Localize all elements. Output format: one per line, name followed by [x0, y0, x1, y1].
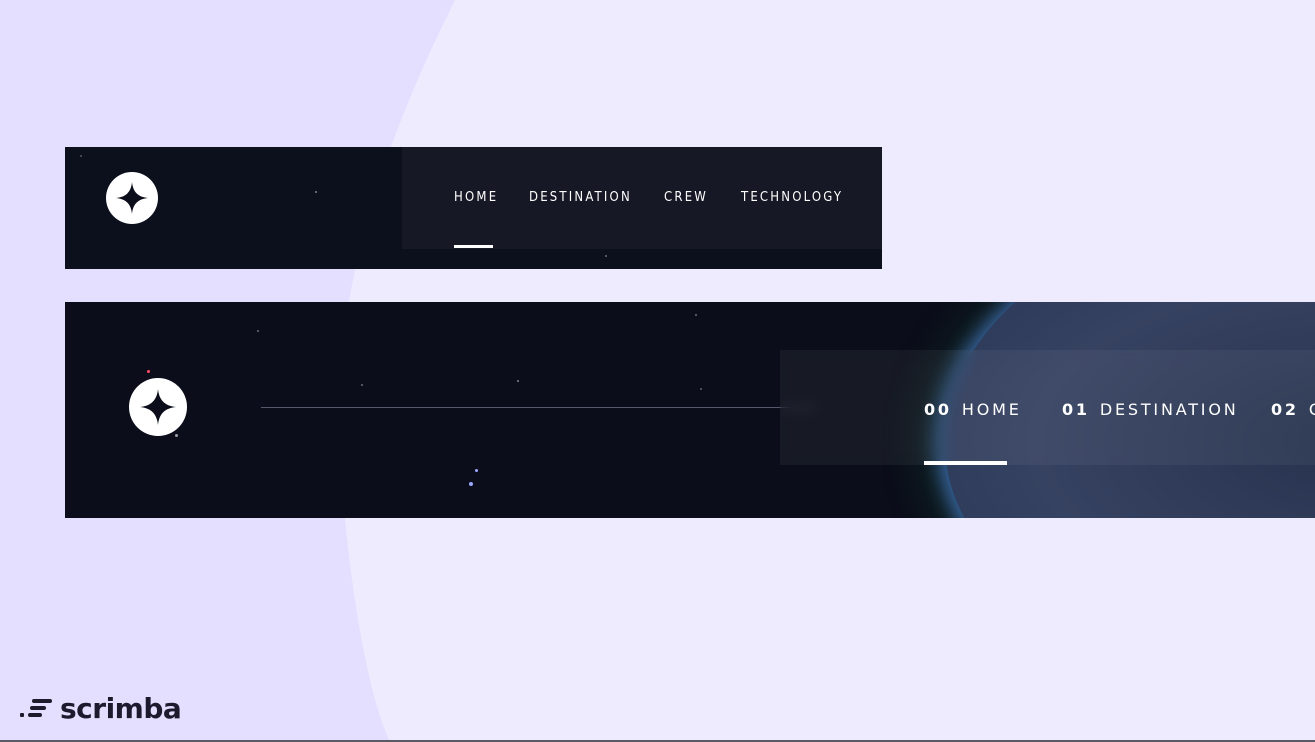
active-indicator	[454, 245, 493, 248]
nav-link-label: DESTINATION	[1099, 400, 1239, 419]
star-dot	[605, 255, 607, 257]
nav-link-technology[interactable]: TECHNOLOGY	[741, 190, 843, 205]
divider-line	[261, 407, 815, 408]
scrimba-logo: scrimba	[20, 688, 182, 728]
star-dot	[80, 155, 82, 157]
star-logo-icon[interactable]	[106, 172, 158, 224]
star-dot	[469, 482, 473, 486]
nav-link-crew[interactable]: 02 C	[1271, 400, 1315, 419]
nav-link-number: 01	[1062, 400, 1090, 419]
nav-link-home[interactable]: 00 HOME	[924, 400, 1022, 419]
nav-link-destination[interactable]: 01 DESTINATION	[1062, 400, 1238, 419]
star-dot	[475, 469, 478, 472]
star-dot	[257, 330, 259, 332]
nav-link-crew[interactable]: CREW	[664, 190, 708, 205]
star-dot	[695, 314, 697, 316]
star-dot	[700, 388, 702, 390]
scrimba-mark-icon	[20, 699, 52, 717]
star-dot	[147, 370, 150, 373]
nav-link-home[interactable]: HOME	[454, 190, 498, 205]
star-dot	[315, 191, 317, 193]
active-indicator	[924, 461, 1007, 465]
star-logo-icon[interactable]	[129, 378, 187, 436]
brand-name: scrimba	[60, 691, 182, 725]
nav-link-label: C	[1309, 400, 1315, 419]
nav-link-destination[interactable]: DESTINATION	[529, 190, 632, 205]
nav-link-label: HOME	[961, 400, 1022, 419]
nav-link-number: 00	[924, 400, 952, 419]
star-dot	[361, 384, 363, 386]
star-dot	[517, 380, 519, 382]
navbar-tablet: HOME DESTINATION CREW TECHNOLOGY	[65, 147, 882, 269]
navbar-desktop: 00 HOME 01 DESTINATION 02 C	[65, 302, 1315, 518]
nav-link-number: 02	[1271, 400, 1299, 419]
